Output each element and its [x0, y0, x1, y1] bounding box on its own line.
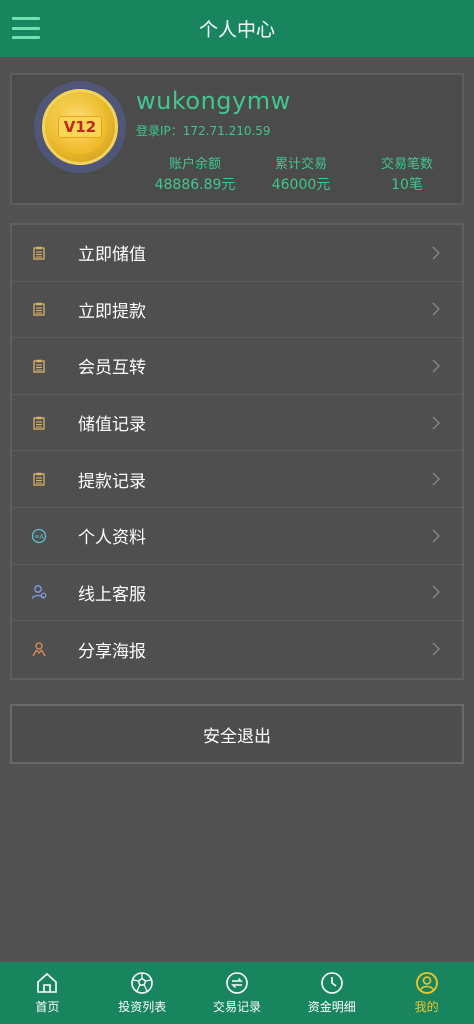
- logout-button[interactable]: 安全退出: [10, 704, 464, 764]
- clock-icon: [320, 972, 343, 994]
- menu-item-label: 会员互转: [78, 358, 146, 379]
- chevron-right-icon: [432, 472, 440, 486]
- menu-item-share-poster[interactable]: 分享海报: [12, 621, 462, 678]
- menu-item-label: 储值记录: [78, 415, 146, 436]
- customer-service-icon: [31, 584, 47, 600]
- account-stats: 账户余额 48886.89元 累计交易 46000元 交易笔数 10笔: [142, 155, 460, 195]
- stat-label: 交易笔数: [380, 157, 433, 172]
- chevron-right-icon: [432, 302, 440, 316]
- stat-value: 48886.89元: [154, 177, 236, 193]
- tab-investment-list[interactable]: 投资列表: [95, 962, 190, 1024]
- football-icon: [131, 972, 153, 994]
- username: wukongymw: [136, 87, 291, 115]
- tab-transaction-records[interactable]: 交易记录: [190, 962, 285, 1024]
- menu-item-label: 个人资料: [78, 528, 146, 549]
- clipboard-icon: [31, 358, 47, 374]
- menu-item-label: 提款记录: [78, 471, 146, 492]
- stat-balance: 账户余额 48886.89元: [142, 155, 248, 195]
- tab-label: 我的: [414, 1000, 439, 1014]
- menu-item-label: 立即提款: [78, 301, 146, 322]
- stat-value: 46000元: [271, 177, 331, 193]
- tab-label: 投资列表: [118, 1000, 167, 1014]
- chevron-right-icon: [432, 529, 440, 543]
- avatar: V12: [34, 81, 126, 173]
- menu-item-withdraw[interactable]: 立即提款: [12, 282, 462, 339]
- user-circle-icon: [415, 972, 438, 994]
- id-card-icon: ≡A: [31, 528, 47, 544]
- menu-item-label: 立即储值: [78, 245, 146, 266]
- stat-trade-count: 交易笔数 10笔: [354, 155, 460, 195]
- chevron-right-icon: [432, 246, 440, 260]
- tab-label: 资金明细: [307, 1000, 356, 1014]
- chevron-right-icon: [432, 416, 440, 430]
- menu-item-online-support[interactable]: 线上客服: [12, 565, 462, 622]
- tab-label: 首页: [35, 1000, 60, 1014]
- clipboard-icon: [31, 415, 47, 431]
- chevron-right-icon: [432, 359, 440, 373]
- menu-item-profile[interactable]: ≡A 个人资料: [12, 508, 462, 565]
- menu-item-withdraw-records[interactable]: 提款记录: [12, 451, 462, 508]
- hamburger-menu-icon[interactable]: [12, 14, 40, 42]
- svg-text:≡A: ≡A: [34, 533, 44, 540]
- top-header: 个人中心: [0, 0, 474, 57]
- menu-item-deposit-records[interactable]: 储值记录: [12, 395, 462, 452]
- tab-home[interactable]: 首页: [0, 962, 95, 1024]
- stat-total-trade: 累计交易 46000元: [248, 155, 354, 195]
- page-title: 个人中心: [198, 19, 275, 41]
- profile-card: V12 wukongymw 登录IP：172.71.210.59 账户余额 48…: [10, 73, 464, 205]
- clipboard-icon: [31, 301, 47, 317]
- tab-fund-details[interactable]: 资金明细: [284, 962, 379, 1024]
- stat-label: 账户余额: [168, 157, 221, 172]
- tab-label: 交易记录: [212, 1000, 261, 1014]
- bottom-tab-bar: 首页 投资列表 交易记录 资金明细 我的: [0, 962, 474, 1024]
- clipboard-icon: [31, 471, 47, 487]
- share-user-icon: [31, 641, 47, 657]
- home-icon: [37, 972, 58, 993]
- menu-item-deposit[interactable]: 立即储值: [12, 225, 462, 282]
- vip-medal-icon: V12: [42, 89, 118, 165]
- vip-badge: V12: [57, 116, 103, 138]
- stat-value: 10笔: [391, 177, 423, 193]
- stat-label: 累计交易: [274, 157, 327, 172]
- clipboard-icon: [31, 245, 47, 261]
- menu-item-label: 线上客服: [78, 584, 146, 605]
- menu-item-label: 分享海报: [78, 641, 146, 662]
- app-root: 个人中心 V12 wukongymw 登录IP：172.71.210.59 账户…: [0, 0, 474, 1024]
- login-ip: 登录IP：172.71.210.59: [136, 124, 271, 138]
- exchange-icon: [226, 972, 248, 994]
- tab-mine[interactable]: 我的: [379, 962, 474, 1024]
- chevron-right-icon: [432, 585, 440, 599]
- menu-item-member-transfer[interactable]: 会员互转: [12, 338, 462, 395]
- chevron-right-icon: [432, 642, 440, 656]
- account-menu: 立即储值 立即提款 会员互转 储值记录 提款记录 ≡A 个人资料 线上客服 分享…: [10, 223, 464, 680]
